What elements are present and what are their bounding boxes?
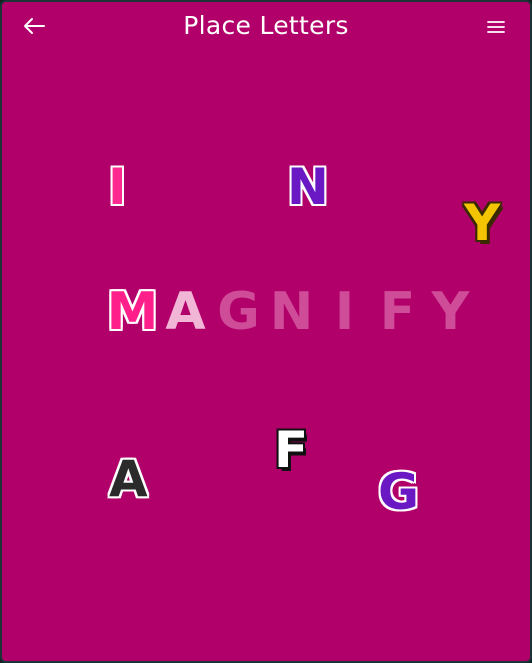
word-slot-3[interactable]: G [212, 286, 265, 338]
word-slot-2[interactable]: A [159, 286, 212, 338]
game-frame: Place Letters I N Y A F G M A G N I F Y [0, 0, 532, 663]
word-slot-5[interactable]: I [318, 286, 371, 338]
letter-tile-a[interactable]: A [109, 454, 148, 504]
word-slot-4[interactable]: N [265, 286, 318, 338]
letter-tile-g[interactable]: G [378, 467, 419, 517]
target-word-row: M A G N I F Y [106, 286, 477, 346]
letter-tile-n[interactable]: N [287, 162, 329, 212]
word-slot-7[interactable]: Y [424, 286, 477, 338]
word-slot-1[interactable]: M [106, 286, 159, 338]
header-bar: Place Letters [2, 2, 530, 54]
letter-tile-i[interactable]: I [108, 162, 127, 212]
letter-tile-f[interactable]: F [274, 425, 308, 475]
page-title: Place Letters [183, 11, 349, 40]
letter-tile-y[interactable]: Y [464, 198, 500, 248]
word-slot-6[interactable]: F [371, 286, 424, 338]
menu-button[interactable] [482, 14, 510, 42]
hamburger-menu-icon [487, 19, 505, 38]
